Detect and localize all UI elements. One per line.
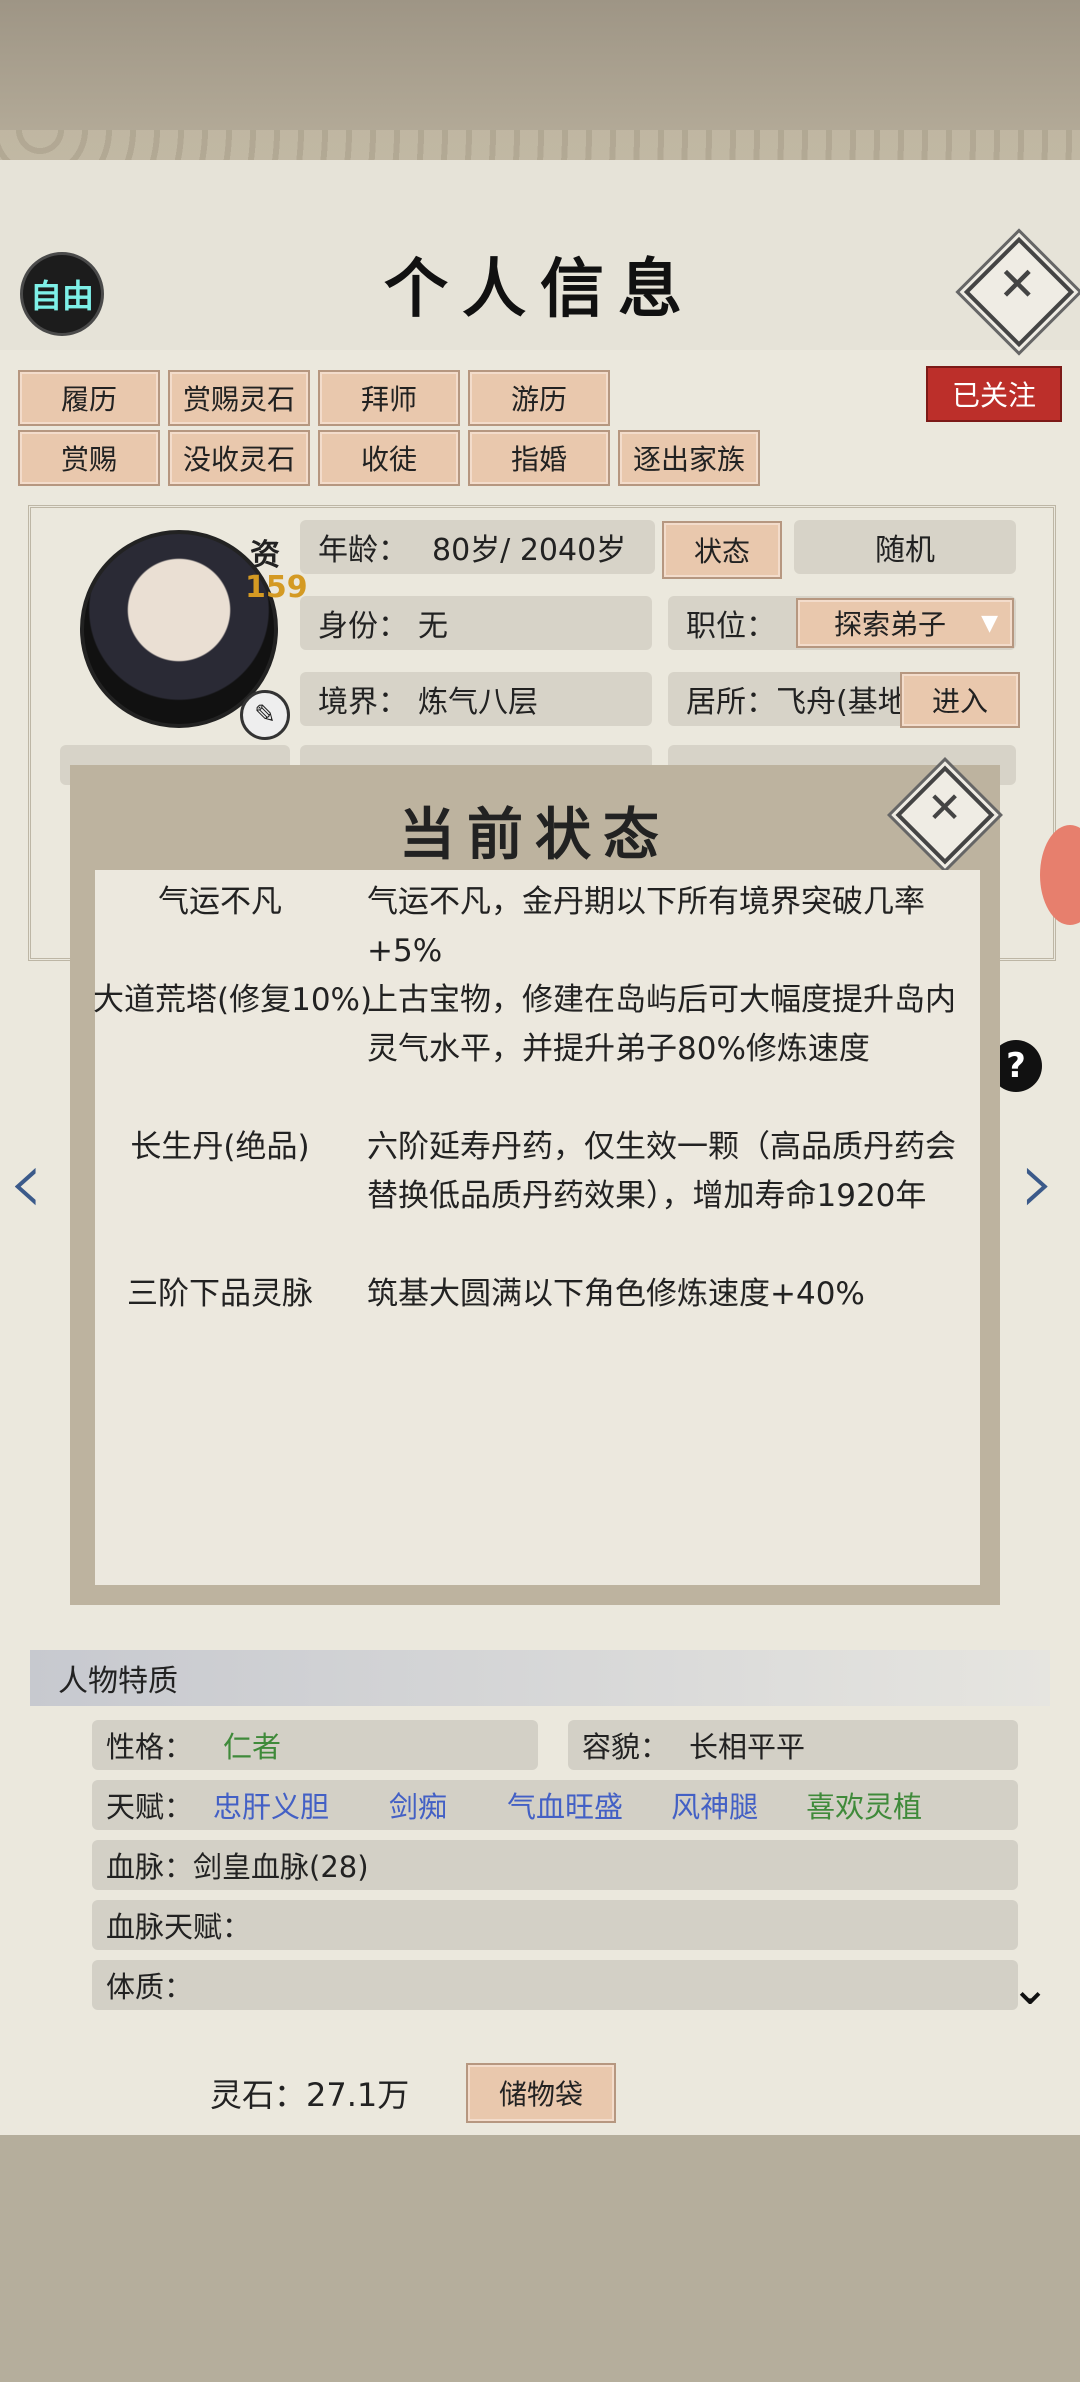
- residence-label: 居所：: [686, 685, 776, 720]
- talent-item[interactable]: 喜欢灵植: [806, 1784, 922, 1826]
- age-label: 年龄：: [318, 533, 408, 568]
- talent-item[interactable]: 剑痴: [389, 1784, 447, 1826]
- talent-item[interactable]: 气血旺盛: [507, 1784, 623, 1826]
- expel-button[interactable]: 逐出家族: [618, 430, 760, 486]
- position-dropdown[interactable]: 探索弟子 ▼: [796, 598, 1014, 648]
- close-icon: ✕: [927, 783, 963, 832]
- bloodline-talent-row: 血脉天赋：: [92, 1900, 1018, 1950]
- modal-close-button[interactable]: ✕: [895, 765, 995, 865]
- random-button[interactable]: 随机: [794, 520, 1016, 574]
- bottom-area: [0, 2135, 1080, 2382]
- followed-button[interactable]: 已关注: [926, 366, 1062, 422]
- travel-button[interactable]: 游历: [468, 370, 610, 426]
- bloodline-label: 血脉：: [106, 1850, 194, 1884]
- close-button[interactable]: ✕: [963, 236, 1075, 348]
- identity-label: 身份：: [318, 609, 408, 644]
- expand-chevron-icon[interactable]: ⌄: [1010, 1960, 1050, 2016]
- personality-value: 仁者: [223, 1730, 282, 1764]
- confiscate-stones-button[interactable]: 没收灵石: [168, 430, 310, 486]
- bloodline-value: 剑皇血脉(28): [193, 1850, 369, 1884]
- position-label: 职位：: [686, 609, 776, 644]
- looks-value: 长相平平: [689, 1730, 806, 1764]
- status-desc: 气运不凡，金丹期以下所有境界突破几率+5%: [367, 884, 925, 969]
- enter-button[interactable]: 进入: [900, 672, 1020, 728]
- edit-pen-icon[interactable]: ✎: [240, 690, 290, 740]
- status-button[interactable]: 状态: [662, 521, 782, 579]
- page-title: 个人信息: [384, 252, 696, 327]
- identity-field: 身份： 无: [300, 596, 652, 650]
- talent-label: 天赋：: [106, 1790, 194, 1824]
- reward-stones-button[interactable]: 赏赐灵石: [168, 370, 310, 426]
- talent-item[interactable]: 风神腿: [671, 1784, 758, 1826]
- realm-field: 境界： 炼气八层: [300, 672, 652, 726]
- bloodline-talent-label: 血脉天赋：: [106, 1910, 252, 1944]
- storage-bag-button[interactable]: 储物袋: [466, 2063, 616, 2123]
- apprentice-button[interactable]: 拜师: [318, 370, 460, 426]
- personality-label: 性格：: [106, 1730, 194, 1764]
- residence-value: 飞舟(基地: [776, 685, 908, 720]
- status-name: 长生丹(绝品): [130, 1129, 310, 1165]
- status-name: 气运不凡: [158, 884, 282, 920]
- realm-value: 炼气八层: [418, 685, 538, 720]
- status-name: 大道荒塔(修复10%): [93, 982, 373, 1018]
- looks-label: 容貌：: [582, 1730, 670, 1764]
- physique-label: 体质：: [106, 1970, 194, 2004]
- personality-row: 性格： 仁者: [92, 1720, 538, 1770]
- talent-row: 天赋： 忠肝义胆 剑痴 气血旺盛 风神腿 喜欢灵植: [92, 1780, 1018, 1830]
- looks-row: 容貌： 长相平平: [568, 1720, 1018, 1770]
- close-icon: ✕: [998, 257, 1037, 311]
- status-desc: 六阶延寿丹药，仅生效一颗（高品质丹药会替换低品质丹药效果），增加寿命1920年: [367, 1129, 956, 1214]
- prev-arrow-icon[interactable]: ‹: [8, 1130, 44, 1235]
- arrange-marriage-button[interactable]: 指婚: [468, 430, 610, 486]
- bloodline-row: 血脉： 剑皇血脉(28): [92, 1840, 1018, 1890]
- identity-value: 无: [418, 609, 448, 644]
- take-disciple-button[interactable]: 收徒: [318, 430, 460, 486]
- dropdown-arrow-icon: ▼: [981, 610, 998, 636]
- realm-label: 境界：: [318, 685, 408, 720]
- talent-item[interactable]: 忠肝义胆: [213, 1784, 329, 1826]
- age-value: 80岁/ 2040岁: [432, 533, 627, 568]
- status-desc: 筑基大圆满以下角色修炼速度+40%: [367, 1276, 865, 1312]
- age-field: 年龄： 80岁/ 2040岁: [300, 520, 655, 574]
- reward-button[interactable]: 赏赐: [18, 430, 160, 486]
- aptitude-value: 159: [245, 570, 308, 605]
- status-name: 三阶下品灵脉: [127, 1276, 313, 1312]
- modal-title: 当前状态: [399, 802, 671, 868]
- status-desc: 上古宝物，修建在岛屿后可大幅度提升岛内灵气水平，并提升弟子80%修炼速度: [367, 982, 956, 1067]
- traits-section-header: 人物特质: [30, 1650, 1050, 1706]
- physique-row: 体质：: [92, 1960, 1018, 2010]
- position-value: 探索弟子: [834, 608, 947, 641]
- next-arrow-icon[interactable]: ›: [1020, 1130, 1056, 1235]
- spirit-stone-count: 灵石：27.1万: [210, 2076, 410, 2114]
- history-button[interactable]: 履历: [18, 370, 160, 426]
- aptitude-label: 资: [250, 538, 280, 573]
